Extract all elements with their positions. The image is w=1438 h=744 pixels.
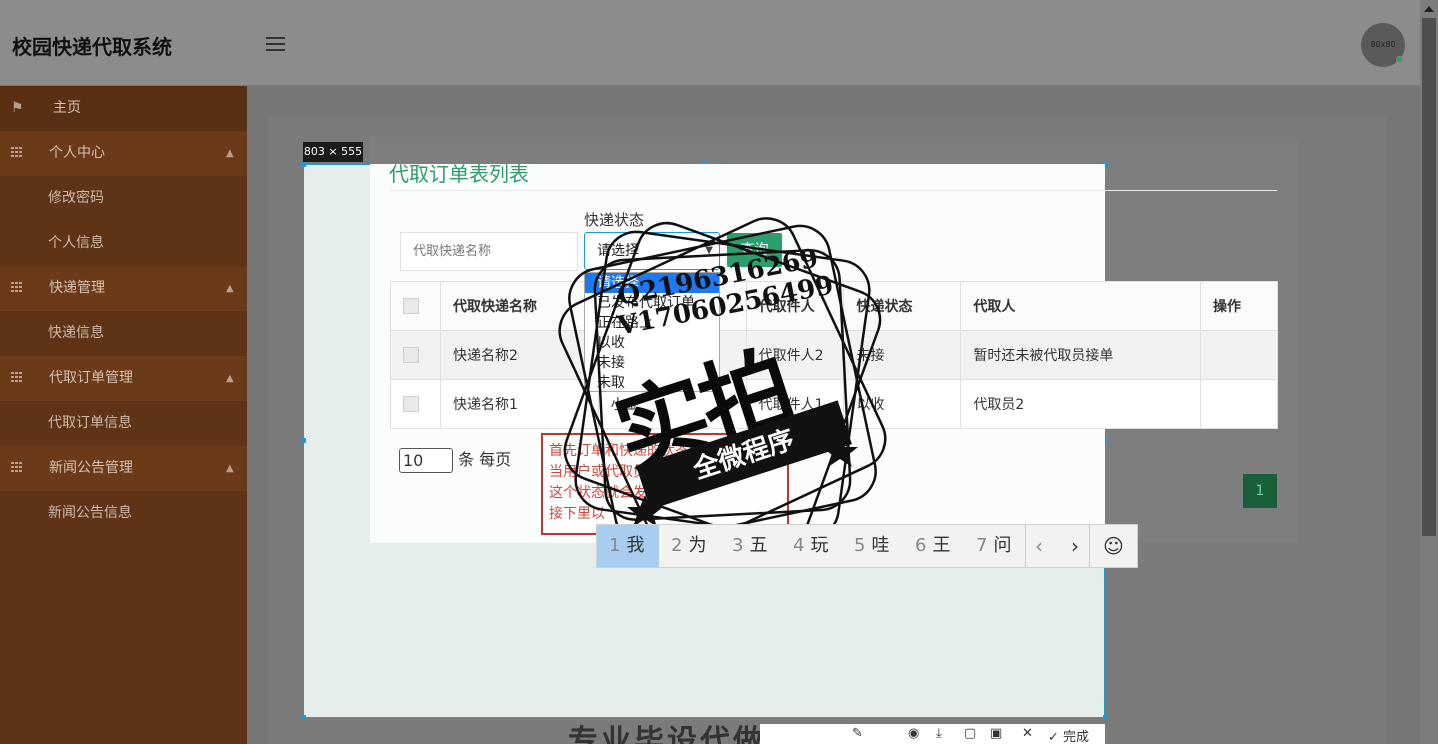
- table-cell: 快递名称1: [439, 379, 599, 429]
- ime-candidate-bar: 1我 2为 3五 4玩 5哇 6王 7问 ‹ › ☺: [596, 524, 1138, 568]
- ime-candidate[interactable]: 3五: [732, 525, 767, 567]
- ime-next-page-icon[interactable]: ›: [1071, 525, 1079, 567]
- sidebar-item-express-info[interactable]: 快递信息: [0, 311, 247, 356]
- scroll-up-arrow-icon[interactable]: [1424, 6, 1434, 12]
- resize-handle[interactable]: [301, 438, 306, 443]
- pin-icon[interactable]: ▣: [990, 726, 1002, 741]
- sidebar-item-news-management[interactable]: 新闻公告管理 ▲: [0, 446, 247, 491]
- table-cell: 代取员2: [960, 379, 1202, 429]
- sidebar-item-label: 新闻公告管理: [49, 460, 133, 476]
- done-button[interactable]: ✓ 完成: [1048, 726, 1089, 744]
- sidebar-item-news-info[interactable]: 新闻公告信息: [0, 491, 247, 536]
- sidebar-item-express-management[interactable]: 快递管理 ▲: [0, 266, 247, 311]
- grid-icon: [11, 131, 25, 176]
- divider: [389, 190, 1277, 191]
- divider: [1025, 525, 1026, 567]
- ime-candidate[interactable]: 1我: [597, 525, 659, 567]
- menu-toggle-icon[interactable]: [266, 37, 285, 51]
- sidebar-item-personal-info[interactable]: 个人信息: [0, 221, 247, 266]
- ime-candidate[interactable]: 6王: [915, 525, 950, 567]
- app-title: 校园快递代取系统: [12, 35, 172, 59]
- table-cell: 未接: [843, 330, 962, 380]
- select-all-cell: [390, 281, 441, 331]
- column-header: 快递状态: [843, 281, 962, 331]
- online-status-dot: [1396, 56, 1403, 63]
- scroll-thumb[interactable]: [1422, 18, 1436, 536]
- save-icon[interactable]: ▢: [964, 726, 976, 741]
- table-cell: 以收: [843, 379, 962, 429]
- sidebar-item-home[interactable]: ⚑ 主页: [0, 86, 247, 131]
- ime-candidate[interactable]: 7问: [976, 525, 1011, 567]
- sidebar-item-change-password[interactable]: 修改密码: [0, 176, 247, 221]
- ime-candidate[interactable]: 5哇: [854, 525, 889, 567]
- sidebar-item-label: 个人中心: [49, 145, 105, 161]
- sidebar-item-order-management[interactable]: 代取订单管理 ▲: [0, 356, 247, 401]
- column-header: 代取人: [960, 281, 1202, 331]
- sidebar-item-personal-center[interactable]: 个人中心 ▲: [0, 131, 247, 176]
- caret-up-icon: ▲: [226, 463, 234, 474]
- ime-candidate[interactable]: 2为: [671, 525, 706, 567]
- sidebar-item-label: 快递管理: [49, 280, 105, 296]
- ime-prev-page-icon[interactable]: ‹: [1035, 525, 1043, 567]
- caret-up-icon: ▲: [226, 283, 234, 294]
- table-cell: 暂时还未被代取员接单: [960, 330, 1202, 380]
- page-title: 代取订单表列表: [389, 162, 529, 186]
- sidebar-item-label: 主页: [53, 100, 81, 116]
- resize-handle[interactable]: [301, 162, 306, 167]
- top-header: 校园快递代取系统 80x80: [0, 0, 1420, 86]
- mosaic-icon[interactable]: ◉: [908, 726, 919, 741]
- download-icon[interactable]: ⤓: [936, 726, 942, 741]
- row-checkbox-cell: [390, 379, 441, 429]
- close-icon[interactable]: ✕: [1022, 726, 1033, 741]
- ime-candidate[interactable]: 4玩: [793, 525, 828, 567]
- row-checkbox-cell: [390, 330, 441, 380]
- note-line: 接下里以: [549, 506, 605, 522]
- resize-handle[interactable]: [301, 715, 306, 720]
- status-filter-label: 快递状态: [584, 211, 645, 229]
- select-all-checkbox[interactable]: [403, 298, 419, 314]
- divider: [1089, 525, 1090, 567]
- grid-icon: [11, 446, 25, 491]
- caret-up-icon: ▲: [226, 373, 234, 384]
- sidebar-item-label: 快递信息: [48, 325, 104, 341]
- caret-up-icon: ▲: [226, 148, 234, 159]
- watermark-bottom-text: 专业毕设代做: [568, 724, 766, 744]
- row-checkbox[interactable]: [403, 396, 419, 412]
- table-row: 快递名称2 代取件人2 未接 暂时还未被代取员接单: [390, 330, 1278, 380]
- capture-toolbar: ✎ ◉ ⤓ ▢ ▣ ✕ ✓ 完成: [760, 724, 1105, 744]
- emoji-icon[interactable]: ☺: [1103, 525, 1124, 567]
- grid-icon: [11, 266, 25, 311]
- sidebar-item-label: 代取订单信息: [48, 415, 132, 431]
- pen-icon[interactable]: ✎: [852, 726, 863, 741]
- actions-cell: [1200, 330, 1278, 380]
- sidebar-item-label: 个人信息: [48, 235, 104, 251]
- status-select[interactable]: 请选择 ▼: [584, 232, 720, 270]
- sidebar-item-label: 修改密码: [48, 190, 104, 206]
- capture-size-label: 803 × 555: [303, 142, 363, 162]
- row-checkbox[interactable]: [403, 347, 419, 363]
- table-cell: 快递名称2: [439, 330, 599, 380]
- sidebar: ⚑ 主页 个人中心 ▲ 修改密码 个人信息 快递管理 ▲ 快递信息 代取订单管理…: [0, 86, 247, 744]
- express-name-search-input[interactable]: 代取快递名称: [400, 232, 578, 271]
- actions-cell: [1200, 379, 1278, 429]
- status-select-value: 请选择: [597, 243, 639, 259]
- page-size-suffix: 条 每页: [458, 450, 512, 469]
- sidebar-item-order-info[interactable]: 代取订单信息: [0, 401, 247, 446]
- column-header: 操作: [1200, 281, 1278, 331]
- column-header: 代取快递名称: [439, 281, 599, 331]
- grid-icon: [11, 356, 25, 401]
- page-size-select[interactable]: 10: [399, 448, 453, 473]
- sidebar-item-label: 代取订单管理: [49, 370, 133, 386]
- flag-icon: ⚑: [11, 100, 24, 116]
- page-size-control: 10 条 每页: [399, 446, 511, 473]
- page-number-button[interactable]: 1: [1243, 474, 1277, 508]
- sidebar-item-label: 新闻公告信息: [48, 505, 132, 521]
- resize-handle[interactable]: [1103, 715, 1108, 720]
